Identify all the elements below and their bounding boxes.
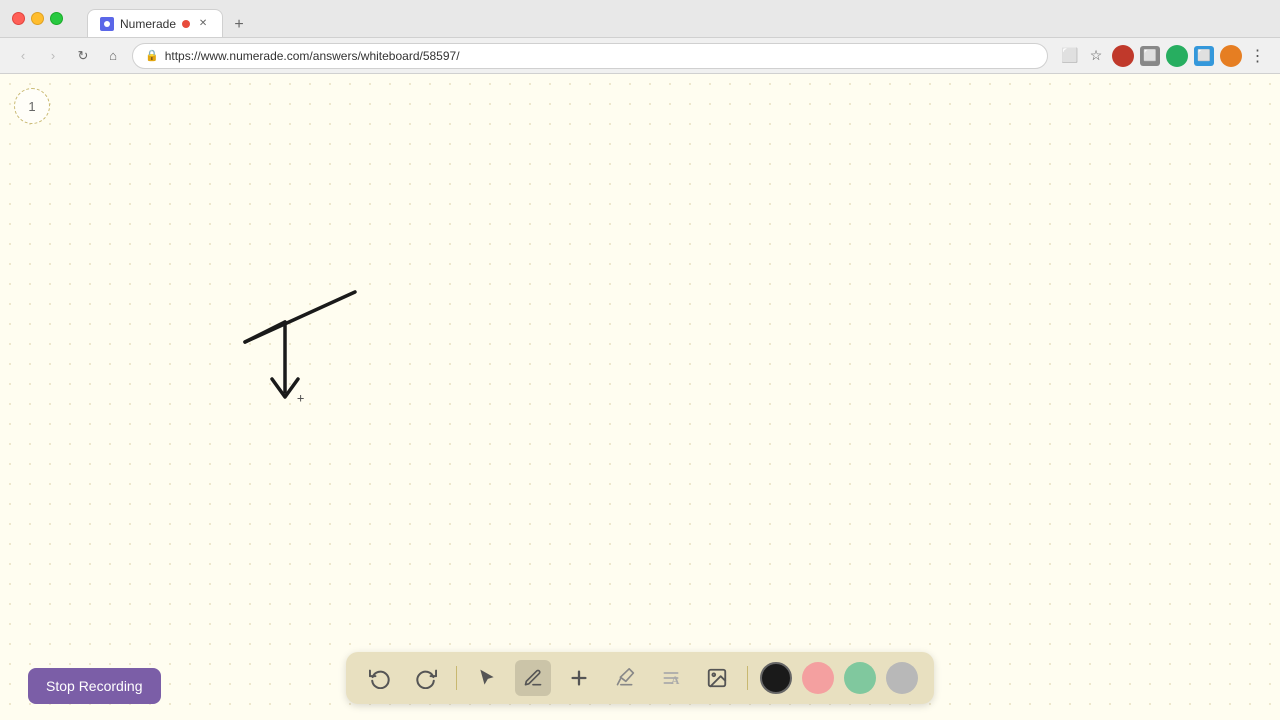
bottom-toolbar: A xyxy=(346,652,934,704)
url-bar[interactable]: 🔒 https://www.numerade.com/answers/white… xyxy=(132,43,1048,69)
url-text: https://www.numerade.com/answers/whitebo… xyxy=(165,49,460,63)
tab-favicon xyxy=(100,17,114,31)
color-green-swatch[interactable] xyxy=(844,662,876,694)
text-tool-button[interactable]: A xyxy=(653,660,689,696)
tab-title: Numerade xyxy=(120,17,176,31)
address-bar: ‹ › ↻ ⌂ 🔒 https://www.numerade.com/answe… xyxy=(0,38,1280,74)
title-bar: Numerade ✕ + xyxy=(0,0,1280,38)
maximize-window-button[interactable] xyxy=(50,12,63,25)
bookmark-icon[interactable]: ☆ xyxy=(1086,46,1106,66)
extension-2-icon[interactable]: ⬜ xyxy=(1140,46,1160,66)
tab-close-button[interactable]: ✕ xyxy=(196,17,210,31)
extension-icons: ⬜ ☆ ⬜ ⬜ ⋮ xyxy=(1060,45,1268,67)
more-menu-button[interactable]: ⋮ xyxy=(1248,46,1268,66)
svg-text:+: + xyxy=(297,391,304,405)
image-insert-button[interactable] xyxy=(699,660,735,696)
tab-bar: Numerade ✕ + xyxy=(87,0,251,37)
select-tool-button[interactable] xyxy=(469,660,505,696)
undo-button[interactable] xyxy=(362,660,398,696)
eraser-tool-button[interactable] xyxy=(607,660,643,696)
traffic-lights xyxy=(12,12,63,25)
whiteboard-canvas[interactable]: 1 + Stop Recording xyxy=(0,74,1280,720)
home-button[interactable]: ⌂ xyxy=(102,45,124,67)
extension-4-icon[interactable]: ⬜ xyxy=(1194,46,1214,66)
active-tab[interactable]: Numerade ✕ xyxy=(87,9,223,37)
cast-icon[interactable]: ⬜ xyxy=(1060,46,1080,66)
toolbar-divider-1 xyxy=(456,666,457,690)
new-tab-button[interactable]: + xyxy=(227,13,251,37)
extension-5-icon[interactable] xyxy=(1220,45,1242,67)
add-element-button[interactable] xyxy=(561,660,597,696)
toolbar-divider-2 xyxy=(747,666,748,690)
minimize-window-button[interactable] xyxy=(31,12,44,25)
extension-3-icon[interactable] xyxy=(1166,45,1188,67)
color-pink-swatch[interactable] xyxy=(802,662,834,694)
lock-icon: 🔒 xyxy=(145,49,159,62)
tab-favicon-inner xyxy=(104,21,110,27)
color-black-swatch[interactable] xyxy=(760,662,792,694)
page-number-badge: 1 xyxy=(14,88,50,124)
stop-recording-button[interactable]: Stop Recording xyxy=(28,668,161,704)
drawing-svg: + xyxy=(0,74,1280,720)
color-gray-swatch[interactable] xyxy=(886,662,918,694)
close-window-button[interactable] xyxy=(12,12,25,25)
svg-text:A: A xyxy=(671,674,680,687)
redo-button[interactable] xyxy=(408,660,444,696)
tab-recording-dot xyxy=(182,20,190,28)
browser-frame: Numerade ✕ + ‹ › ↻ ⌂ 🔒 https://www.numer… xyxy=(0,0,1280,720)
back-button[interactable]: ‹ xyxy=(12,45,34,67)
extension-1-icon[interactable] xyxy=(1112,45,1134,67)
pen-tool-button[interactable] xyxy=(515,660,551,696)
refresh-button[interactable]: ↻ xyxy=(72,45,94,67)
forward-button[interactable]: › xyxy=(42,45,64,67)
